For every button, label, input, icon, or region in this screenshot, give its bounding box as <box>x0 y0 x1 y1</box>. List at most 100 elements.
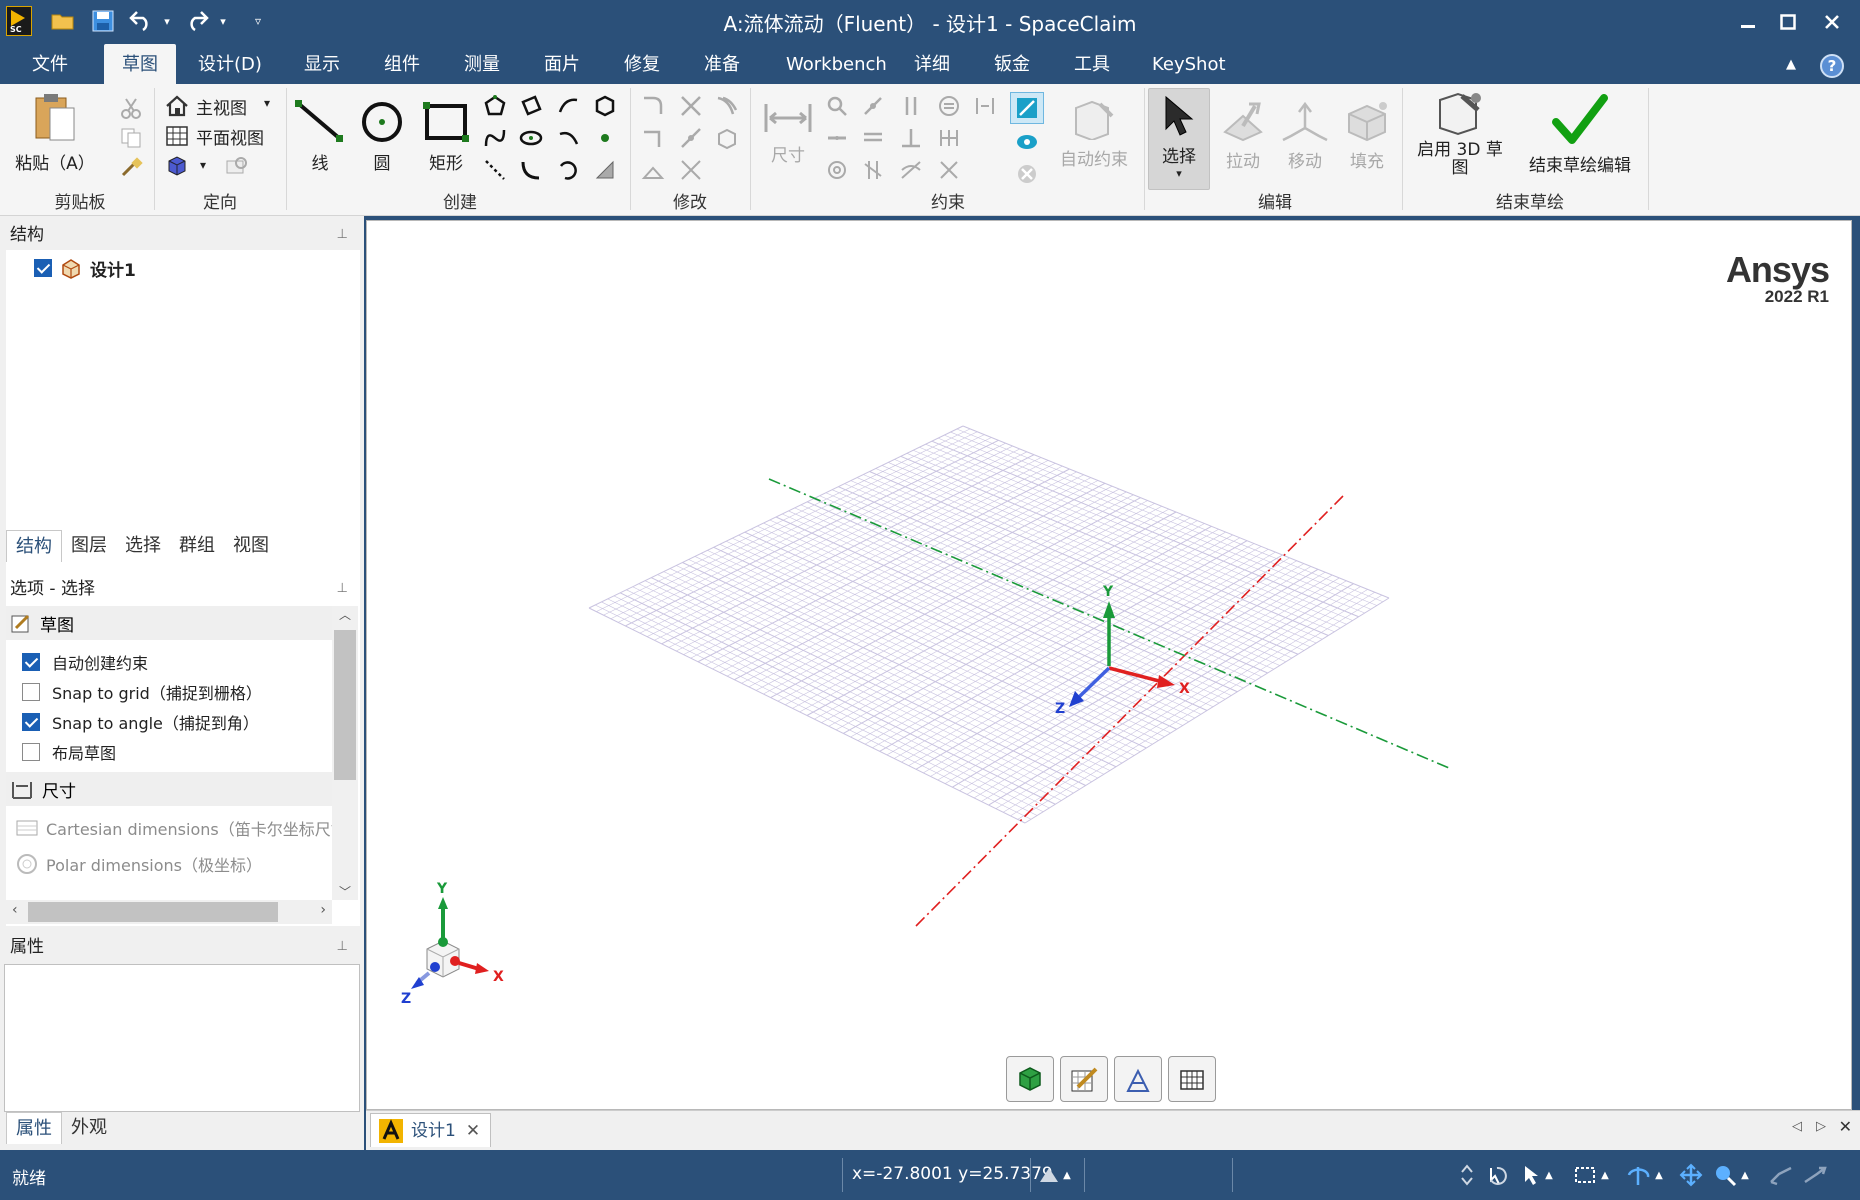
option-snap-to-grid[interactable]: Snap to grid（捕捉到栅格） <box>22 680 262 704</box>
tab-layers[interactable]: 图层 <box>62 530 116 562</box>
rotate-dropdown-icon[interactable]: ▲ <box>1652 1162 1666 1188</box>
parallel-icon[interactable] <box>896 92 926 120</box>
close-tab-icon[interactable]: ✕ <box>466 1121 480 1141</box>
option-cartesian-dimensions[interactable]: Cartesian dimensions（笛卡尔坐标尺寸 <box>16 816 332 840</box>
menu-repair[interactable]: 修复 <box>616 44 668 84</box>
menu-detail[interactable]: 详细 <box>906 44 958 84</box>
menu-sheet-metal[interactable]: 钣金 <box>986 44 1038 84</box>
tree-item-design1[interactable]: 设计1 <box>34 256 136 281</box>
menu-prepare[interactable]: 准备 <box>696 44 748 84</box>
split-curve-icon[interactable] <box>676 124 706 152</box>
menu-tools[interactable]: 工具 <box>1066 44 1118 84</box>
menu-assembly[interactable]: 组件 <box>376 44 428 84</box>
project-to-sketch-icon[interactable] <box>712 124 742 152</box>
enable-3d-sketch-button[interactable]: 启用 3D 草 图 <box>1410 92 1510 177</box>
menu-display[interactable]: 显示 <box>296 44 348 84</box>
minimize-button[interactable] <box>1726 4 1770 40</box>
pin-icon[interactable]: ⊥ <box>337 574 348 604</box>
options-vscrollbar[interactable]: ︿ ﹀ <box>332 606 358 900</box>
bend-icon[interactable] <box>638 156 668 184</box>
arc-icon[interactable] <box>554 124 584 152</box>
box-select-icon[interactable] <box>1572 1162 1598 1188</box>
tree-item-checkbox[interactable] <box>34 259 52 277</box>
box-select-dropdown-icon[interactable]: ▲ <box>1598 1162 1612 1188</box>
point-icon[interactable] <box>590 124 620 152</box>
face-curve-icon[interactable] <box>590 156 620 184</box>
create-corner-icon[interactable] <box>638 124 668 152</box>
collapse-ribbon-icon[interactable]: ▲ <box>1778 44 1804 84</box>
sketch-grid-scene[interactable]: Y X Z Y X Z <box>367 221 1853 1111</box>
menu-facets[interactable]: 面片 <box>536 44 588 84</box>
graphics-viewport[interactable]: Ansys 2022 R1 Y X Z Y X Z <box>366 220 1852 1110</box>
auto-constrain-button[interactable]: 自动约束 <box>1054 100 1134 170</box>
concentric-icon[interactable] <box>822 156 852 184</box>
create-rounded-corner-icon[interactable] <box>638 92 668 120</box>
menu-sketch[interactable]: 草图 <box>104 44 176 84</box>
view-cube-dropdown-icon[interactable]: ▾ <box>200 158 206 172</box>
option-snap-to-angle[interactable]: Snap to angle（捕捉到角） <box>22 710 259 734</box>
delete-constraint-icon[interactable] <box>1012 160 1042 188</box>
scroll-updown-icon[interactable] <box>1454 1162 1480 1188</box>
select-mode-icon[interactable] <box>1518 1162 1544 1188</box>
home-view-dropdown-icon[interactable]: ▾ <box>264 96 270 110</box>
close-all-tabs-icon[interactable]: ✕ <box>1839 1117 1852 1136</box>
coincident-icon[interactable] <box>858 92 888 120</box>
menu-design[interactable]: 设计(D) <box>190 44 270 84</box>
solid-view-button[interactable] <box>1006 1056 1054 1102</box>
paste-button[interactable]: 粘贴（A） <box>12 92 98 174</box>
option-polar-dimensions[interactable]: Polar dimensions（极坐标） <box>16 852 262 876</box>
previous-view-icon[interactable] <box>1768 1162 1794 1188</box>
document-tab-design1[interactable]: 设计1 ✕ <box>370 1113 492 1147</box>
ellipse-icon[interactable] <box>516 124 546 152</box>
show-constraints-toggle[interactable] <box>1010 92 1044 124</box>
next-view-icon[interactable] <box>1802 1162 1828 1188</box>
line-tool-button[interactable]: 线 <box>292 100 348 174</box>
perpendicular-icon[interactable] <box>896 124 926 152</box>
vertical-icon[interactable] <box>858 156 888 184</box>
dimension-button[interactable]: 尺寸 <box>756 100 820 166</box>
tangent-icon[interactable] <box>896 156 926 184</box>
construction-line-icon[interactable] <box>480 156 510 184</box>
rotate-view-icon[interactable] <box>1626 1162 1652 1188</box>
pin-icon[interactable]: ⊥ <box>337 932 348 962</box>
tab-structure[interactable]: 结构 <box>6 530 62 562</box>
close-button[interactable] <box>1810 4 1854 40</box>
section-mode-button[interactable] <box>1114 1056 1162 1102</box>
view-cube-icon[interactable] <box>162 152 192 180</box>
tangent-arc-icon[interactable] <box>554 92 584 120</box>
pan-icon[interactable] <box>1678 1162 1704 1188</box>
collinear-icon[interactable] <box>858 124 888 152</box>
maximize-button[interactable] <box>1766 4 1810 40</box>
undo-selection-icon[interactable] <box>1484 1162 1510 1188</box>
tab-scroll-left-icon[interactable]: ◁ <box>1792 1119 1802 1134</box>
menu-workbench[interactable]: Workbench <box>778 44 895 84</box>
format-painter-icon[interactable] <box>116 154 146 182</box>
copy-icon[interactable] <box>116 124 146 152</box>
three-point-arc-icon[interactable] <box>554 156 584 184</box>
tab-properties[interactable]: 属性 <box>6 1112 62 1144</box>
option-layout-sketch[interactable]: 布局草图 <box>22 740 116 764</box>
spline-icon[interactable] <box>480 124 510 152</box>
cut-icon[interactable] <box>116 94 146 122</box>
constraint-zoom-icon[interactable] <box>822 92 852 120</box>
circle-tool-button[interactable]: 圆 <box>354 100 410 174</box>
pull-tool-button[interactable]: 拉动 <box>1216 100 1270 172</box>
sketch-mode-button[interactable] <box>1060 1056 1108 1102</box>
select-dropdown-icon[interactable]: ▾ <box>1149 167 1209 180</box>
constraint-visibility-icon[interactable] <box>1012 128 1042 156</box>
select-tool-button[interactable]: 选择 ▾ <box>1148 88 1210 190</box>
home-view-button[interactable]: 主视图 <box>196 94 247 119</box>
fill-tool-button[interactable]: 填充 <box>1340 100 1394 172</box>
ellipse-polygon-icon[interactable] <box>590 92 620 120</box>
scale-curve-icon[interactable] <box>676 156 706 184</box>
symmetric-icon[interactable] <box>934 124 964 152</box>
home-view-icon[interactable] <box>162 92 192 120</box>
tab-groups[interactable]: 群组 <box>170 530 224 562</box>
menu-measure[interactable]: 测量 <box>456 44 508 84</box>
move-tool-button[interactable]: 移动 <box>1278 100 1332 172</box>
rectangle-tool-button[interactable]: 矩形 <box>418 100 474 174</box>
plan-view-icon[interactable] <box>162 122 192 150</box>
select-mode-dropdown-icon[interactable]: ▲ <box>1542 1162 1556 1188</box>
horizontal-icon[interactable] <box>822 124 852 152</box>
scroll-right-icon[interactable]: › <box>320 902 326 918</box>
